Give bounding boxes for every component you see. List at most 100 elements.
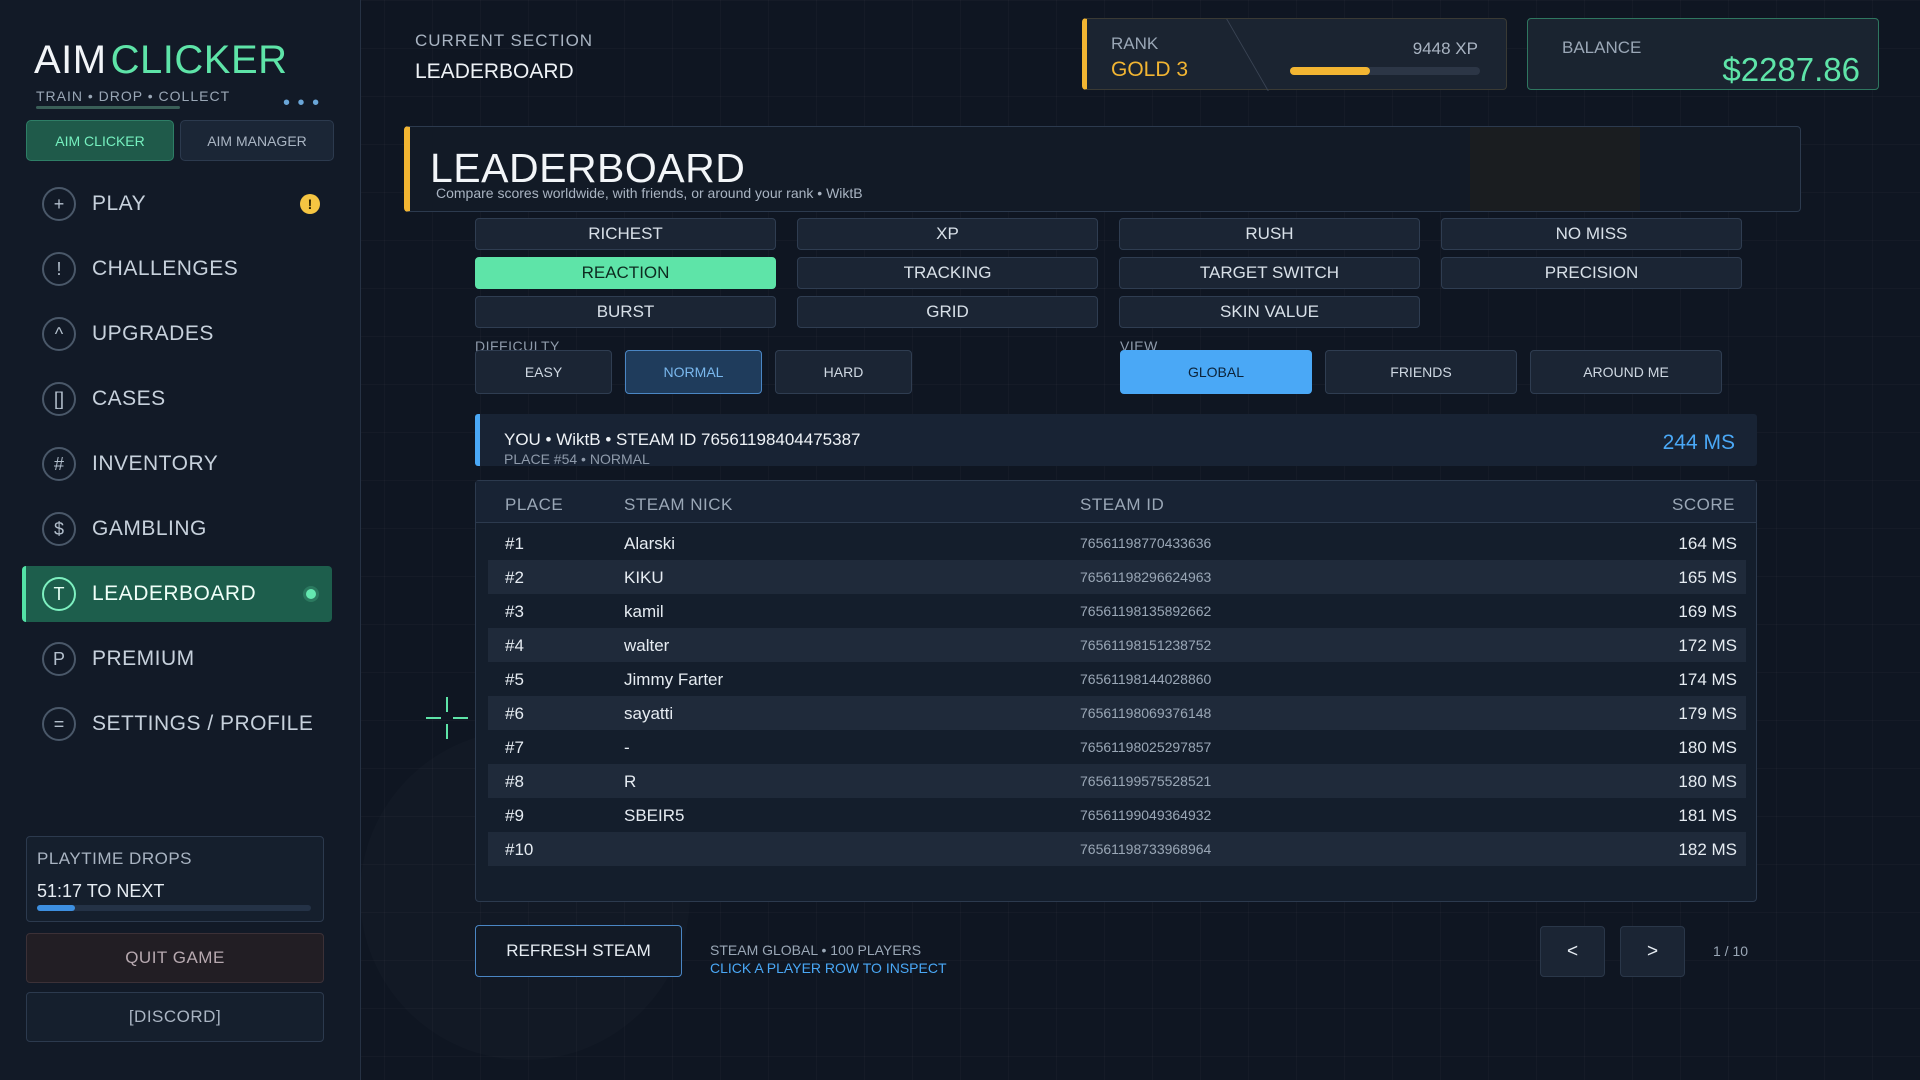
equals-icon: = xyxy=(42,707,76,741)
category-precision-button[interactable]: PRECISION xyxy=(1441,257,1742,289)
view-around-me-button[interactable]: AROUND ME xyxy=(1530,350,1722,394)
table-row[interactable]: #6 sayatti 76561198069376148 179 MS xyxy=(488,696,1746,730)
row-place: #9 xyxy=(505,806,524,825)
sidebar-item-play[interactable]: + PLAY! xyxy=(22,176,332,232)
category-tracking-button[interactable]: TRACKING xyxy=(797,257,1098,289)
table-header: PLACE STEAM NICK STEAM ID SCORE xyxy=(476,481,1756,523)
alert-badge-icon: ! xyxy=(300,194,320,214)
rank-card: RANK GOLD 3 9448 XP xyxy=(1082,18,1507,91)
row-steam-id: 76561198069376148 xyxy=(1080,705,1212,721)
discord-button[interactable]: [DISCORD] xyxy=(26,992,324,1042)
sidebar-item-settings-profile[interactable]: = SETTINGS / PROFILE xyxy=(22,696,332,752)
balance-label: BALANCE xyxy=(1562,38,1642,57)
column-header-nick: STEAM NICK xyxy=(624,495,733,514)
sidebar-item-premium[interactable]: P PREMIUM xyxy=(22,631,332,687)
sidebar-item-label: INVENTORY xyxy=(92,452,219,475)
row-steam-id: 76561198144028860 xyxy=(1080,671,1212,687)
row-score: 182 MS xyxy=(1678,840,1737,859)
row-nick: sayatti xyxy=(624,704,674,723)
sidebar-item-label: SETTINGS / PROFILE xyxy=(92,712,314,735)
premium-p-icon: P xyxy=(42,642,76,676)
category-no-miss-button[interactable]: NO MISS xyxy=(1441,218,1742,250)
tab-aim-manager[interactable]: AIM MANAGER xyxy=(180,120,334,161)
rank-value: GOLD 3 xyxy=(1111,58,1189,81)
row-score: 179 MS xyxy=(1678,704,1737,723)
app-logo: AIM CLICKER xyxy=(34,38,288,83)
xp-progress-bar xyxy=(1290,67,1480,75)
row-place: #3 xyxy=(505,602,524,621)
hash-icon: # xyxy=(42,447,76,481)
app-tagline: TRAIN • DROP • COLLECT xyxy=(36,88,231,104)
page-indicator: 1 / 10 xyxy=(1713,943,1749,959)
difficulty-easy-button[interactable]: EASY xyxy=(475,350,612,394)
table-row[interactable]: #9 SBEIR5 76561199049364932 181 MS xyxy=(488,798,1746,832)
page-subtitle: Compare scores worldwide, with friends, … xyxy=(436,185,863,201)
title-decoration xyxy=(1470,127,1640,211)
row-steam-id: 76561198151238752 xyxy=(1080,637,1212,653)
playtime-drops-title: PLAYTIME DROPS xyxy=(37,849,192,868)
table-row[interactable]: #8 R 76561199575528521 180 MS xyxy=(488,764,1746,798)
table-row[interactable]: #1 Alarski 76561198770433636 164 MS xyxy=(488,526,1746,560)
next-page-button[interactable]: > xyxy=(1620,926,1685,977)
sidebar-item-label: GAMBLING xyxy=(92,517,207,540)
sidebar-item-challenges[interactable]: ! CHALLENGES xyxy=(22,241,332,297)
row-nick: Alarski xyxy=(624,534,676,553)
category-grid-button[interactable]: GRID xyxy=(797,296,1098,328)
refresh-steam-button[interactable]: REFRESH STEAM xyxy=(475,925,682,977)
playtime-progress-bar xyxy=(37,905,311,911)
row-steam-id: 76561198733968964 xyxy=(1080,841,1212,857)
table-row[interactable]: #3 kamil 76561198135892662 169 MS xyxy=(488,594,1746,628)
view-friends-button[interactable]: FRIENDS xyxy=(1325,350,1517,394)
row-score: 169 MS xyxy=(1678,602,1737,621)
row-nick: kamil xyxy=(624,602,664,621)
difficulty-hard-button[interactable]: HARD xyxy=(775,350,912,394)
row-steam-id: 76561199575528521 xyxy=(1080,773,1212,789)
table-row[interactable]: #10 76561198733968964 182 MS xyxy=(488,832,1746,866)
category-rush-button[interactable]: RUSH xyxy=(1119,218,1420,250)
plus-icon: + xyxy=(42,187,76,221)
leaderboard-info: STEAM GLOBAL • 100 PLAYERS xyxy=(710,942,922,958)
row-place: #4 xyxy=(505,636,524,655)
row-place: #2 xyxy=(505,568,524,587)
row-score: 180 MS xyxy=(1678,738,1737,757)
sidebar-item-upgrades[interactable]: ^ UPGRADES xyxy=(22,306,332,362)
category-burst-button[interactable]: BURST xyxy=(475,296,776,328)
sidebar-item-inventory[interactable]: # INVENTORY xyxy=(22,436,332,492)
category-skin-value-button[interactable]: SKIN VALUE xyxy=(1119,296,1420,328)
row-score: 165 MS xyxy=(1678,568,1737,587)
sidebar-item-cases[interactable]: [] CASES xyxy=(22,371,332,427)
row-nick: R xyxy=(624,772,637,791)
sidebar-item-label: CHALLENGES xyxy=(92,257,239,280)
column-header-place: PLACE xyxy=(505,495,564,514)
xp-value: 9448 XP xyxy=(1412,39,1478,58)
row-place: #8 xyxy=(505,772,524,791)
row-nick: SBEIR5 xyxy=(624,806,685,825)
column-header-score: SCORE xyxy=(1672,495,1735,514)
row-nick: - xyxy=(624,738,630,757)
dollar-icon: $ xyxy=(42,512,76,546)
your-rank-bar[interactable]: YOU • WiktB • STEAM ID 76561198404475387… xyxy=(475,414,1757,467)
row-place: #6 xyxy=(505,704,524,723)
quit-game-button[interactable]: QUIT GAME xyxy=(26,933,324,983)
table-row[interactable]: #5 Jimmy Farter 76561198144028860 174 MS xyxy=(488,662,1746,696)
sidebar-item-gambling[interactable]: $ GAMBLING xyxy=(22,501,332,557)
row-nick: walter xyxy=(624,636,670,655)
your-rank-info: YOU • WiktB • STEAM ID 76561198404475387 xyxy=(504,430,861,449)
category-xp-button[interactable]: XP xyxy=(797,218,1098,250)
balance-card: BALANCE $2287.86 xyxy=(1527,18,1879,90)
row-nick: KIKU xyxy=(624,568,664,587)
view-global-button[interactable]: GLOBAL xyxy=(1120,350,1312,394)
tab-aim-clicker[interactable]: AIM CLICKER xyxy=(26,120,174,161)
row-steam-id: 76561198025297857 xyxy=(1080,739,1212,755)
caret-up-icon: ^ xyxy=(42,317,76,351)
difficulty-normal-button[interactable]: NORMAL xyxy=(625,350,762,394)
table-row[interactable]: #7 - 76561198025297857 180 MS xyxy=(488,730,1746,764)
sidebar-item-leaderboard[interactable]: T LEADERBOARD xyxy=(22,566,332,622)
category-selector: RICHEST XP RUSH NO MISS REACTION TRACKING TARG… xyxy=(475,218,1742,328)
category-reaction-button[interactable]: REACTION xyxy=(475,257,776,289)
table-row[interactable]: #2 KIKU 76561198296624963 165 MS xyxy=(488,560,1746,594)
category-richest-button[interactable]: RICHEST xyxy=(475,218,776,250)
table-row[interactable]: #4 walter 76561198151238752 172 MS xyxy=(488,628,1746,662)
category-target-switch-button[interactable]: TARGET SWITCH xyxy=(1119,257,1420,289)
prev-page-button[interactable]: < xyxy=(1540,926,1605,977)
